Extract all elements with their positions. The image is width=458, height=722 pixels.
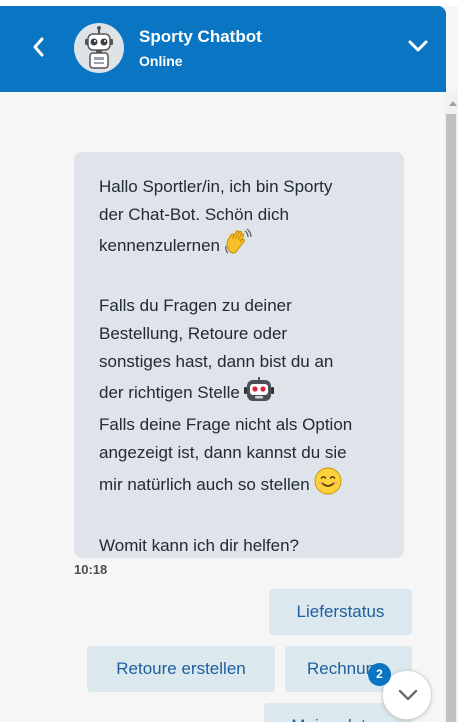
waving-hand-icon <box>224 228 252 264</box>
quick-reply-lieferstatus[interactable]: Lieferstatus <box>269 589 412 635</box>
message-line: Bestellung, Retoure oder <box>99 324 288 343</box>
message-line: Falls du Fragen zu deiner <box>99 296 292 315</box>
greeting-paragraph: Hallo Sportler/in, ich bin Sporty der Ch… <box>99 173 380 264</box>
scrollbar-up-arrow[interactable] <box>449 101 457 106</box>
message-line: mir natürlich auch so stellen <box>99 474 310 494</box>
chat-widget: Sporty Chatbot Online Hallo Sportler/in,… <box>0 0 458 722</box>
question-paragraph: Womit kann ich dir helfen? <box>99 536 300 555</box>
message-line: Hallo Sportler/in, ich bin Sporty <box>99 177 333 196</box>
robot-icon <box>85 26 113 69</box>
message-line: kennenzulernen <box>99 235 220 255</box>
message-line: angezeigt ist, dann kannst du sie <box>99 443 347 462</box>
message-line: Falls deine Frage nicht als Option <box>99 415 353 434</box>
info-paragraph: Falls du Fragen zu deiner Bestellung, Re… <box>99 292 380 504</box>
message-line: sonstiges hast, dann bist du an <box>99 352 334 371</box>
message-timestamp: 10:18 <box>74 562 108 577</box>
collapse-button[interactable] <box>402 34 434 58</box>
online-status: Online <box>139 53 183 69</box>
scrollbar-thumb[interactable] <box>446 114 456 722</box>
back-button[interactable] <box>26 32 52 62</box>
message-line: der Chat-Bot. Schön dich <box>99 205 289 224</box>
chevron-left-icon <box>33 37 44 57</box>
unread-count-badge: 2 <box>368 663 391 686</box>
chevron-down-icon <box>398 689 418 701</box>
smiling-face-icon <box>314 467 342 504</box>
message-list: Hallo Sportler/in, ich bin Sporty der Ch… <box>0 92 444 722</box>
chat-header: Sporty Chatbot Online <box>0 6 446 92</box>
chevron-down-icon <box>408 40 428 52</box>
quick-reply-retoure-erstellen[interactable]: Retoure erstellen <box>87 646 275 692</box>
message-line: der richtigen Stelle <box>99 382 240 402</box>
robot-emoji-icon <box>243 376 274 411</box>
chat-title: Sporty Chatbot <box>139 27 262 46</box>
avatar <box>74 23 124 73</box>
bot-message-bubble: Hallo Sportler/in, ich bin Sporty der Ch… <box>74 152 404 558</box>
